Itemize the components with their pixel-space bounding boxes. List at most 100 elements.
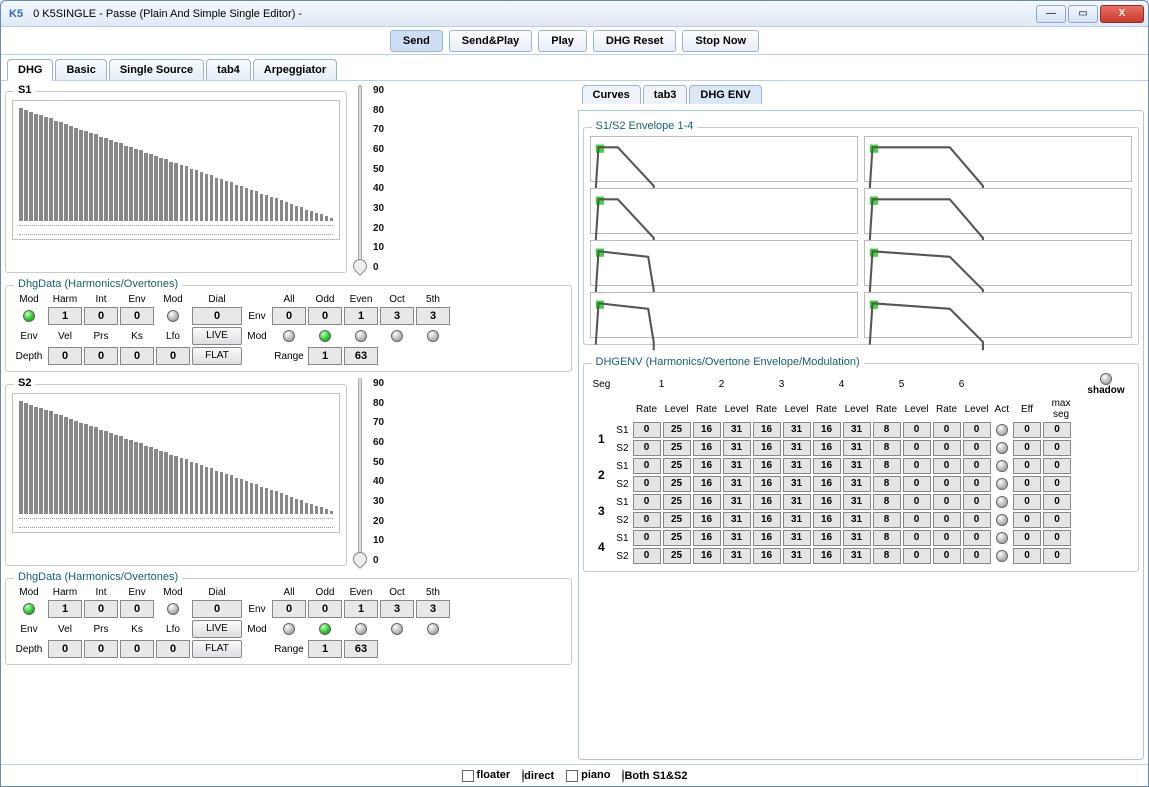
env-value[interactable]: 16 [753,476,781,492]
env-value[interactable]: 25 [663,530,691,546]
harmonic-bar[interactable] [195,170,199,221]
harmonic-bar[interactable] [124,146,128,221]
led-indicator[interactable] [391,623,403,635]
env-value[interactable]: 16 [753,548,781,564]
led-indicator[interactable] [167,310,179,322]
harmonic-bar[interactable] [230,475,234,514]
harmonic-bar[interactable] [149,154,153,221]
harmonic-bar[interactable] [190,169,194,221]
harmonic-bar[interactable] [305,503,309,514]
env-value[interactable]: 8 [873,512,901,528]
harmonic-bar[interactable] [225,474,229,514]
harmonic-bar[interactable] [210,468,214,514]
harmonic-bar[interactable] [265,195,269,221]
harmonic-bar[interactable] [285,495,289,514]
harmonic-bar[interactable] [114,142,118,221]
env-value[interactable]: 0 [633,440,661,456]
value-box[interactable]: 3 [416,600,450,618]
harmonic-bar[interactable] [290,204,294,221]
env-value[interactable]: 16 [813,422,841,438]
env-value[interactable]: 31 [723,422,751,438]
value-box[interactable]: 0 [48,640,82,658]
env-value[interactable]: 8 [873,440,901,456]
env-value[interactable]: 16 [813,476,841,492]
harmonic-bar[interactable] [250,483,254,514]
value-box[interactable]: 0 [84,307,118,325]
env-value[interactable]: 0 [933,476,961,492]
env-value[interactable]: 31 [843,458,871,474]
led-indicator[interactable] [319,330,331,342]
env-value[interactable]: 0 [903,422,931,438]
harmonic-bar[interactable] [295,499,299,514]
env-value[interactable]: 8 [873,458,901,474]
env-value[interactable]: 25 [663,422,691,438]
harmonic-bar[interactable] [134,442,138,514]
envelope-thumbnail[interactable] [864,136,1132,182]
harmonic-bar[interactable] [230,182,234,221]
env-value[interactable]: 0 [903,548,931,564]
harmonic-bar[interactable] [255,191,259,221]
env-value[interactable]: 16 [813,458,841,474]
value-box[interactable]: 1 [344,600,378,618]
env-value[interactable]: 31 [843,548,871,564]
harmonic-bar[interactable] [320,507,324,514]
env-value[interactable]: 31 [723,494,751,510]
env-value[interactable]: 25 [663,494,691,510]
harmonic-bar[interactable] [205,467,209,514]
harmonic-bar[interactable] [260,194,264,221]
env-value[interactable]: 31 [723,530,751,546]
env-value[interactable]: 0 [963,422,991,438]
value-box[interactable]: 1 [344,307,378,325]
harmonic-bar[interactable] [54,414,58,514]
envelope-thumbnail[interactable] [590,188,858,234]
live-button[interactable]: LIVE [192,620,242,638]
stopnow-button[interactable]: Stop Now [682,30,759,52]
led-indicator[interactable] [319,623,331,635]
env-value[interactable]: 0 [933,548,961,564]
value-box[interactable]: 0 [120,640,154,658]
value-box[interactable]: 0 [120,307,154,325]
maxseg-value[interactable]: 0 [1043,458,1071,474]
act-led[interactable] [996,550,1008,562]
env-value[interactable]: 0 [963,512,991,528]
subtab-dhgenv[interactable]: DHG ENV [689,85,761,104]
harmonic-bar[interactable] [104,138,108,221]
env-value[interactable]: 16 [693,530,721,546]
harmonic-bar[interactable] [200,465,204,514]
harmonic-bar[interactable] [270,490,274,514]
led-indicator[interactable] [23,310,35,322]
harmonic-bar[interactable] [235,478,239,514]
harmonic-bar[interactable] [330,218,334,221]
harmonic-bar[interactable] [260,487,264,514]
env-value[interactable]: 0 [963,458,991,474]
envelope-thumbnail[interactable] [590,136,858,182]
env-value[interactable]: 31 [723,476,751,492]
led-indicator[interactable] [355,330,367,342]
env-value[interactable]: 31 [723,458,751,474]
eff-value[interactable]: 0 [1013,512,1041,528]
led-indicator[interactable] [391,330,403,342]
act-led[interactable] [996,496,1008,508]
live-button[interactable]: LIVE [192,327,242,345]
env-value[interactable]: 16 [813,548,841,564]
harmonic-bar[interactable] [49,118,53,221]
env-value[interactable]: 0 [633,422,661,438]
env-value[interactable]: 31 [783,530,811,546]
harmonic-bar[interactable] [310,211,314,221]
harmonic-bar[interactable] [154,449,158,514]
eff-value[interactable]: 0 [1013,476,1041,492]
value-box[interactable]: 63 [344,640,378,658]
envelope-thumbnail[interactable] [864,240,1132,286]
led-indicator[interactable] [167,603,179,615]
harmonic-bar[interactable] [215,471,219,514]
env-value[interactable]: 0 [963,440,991,456]
env-value[interactable]: 25 [663,548,691,564]
harmonic-bar[interactable] [94,134,98,221]
env-value[interactable]: 16 [753,422,781,438]
harmonic-bar[interactable] [225,181,229,221]
harmonic-bar[interactable] [169,455,173,514]
env-value[interactable]: 31 [723,512,751,528]
env-value[interactable]: 16 [753,530,781,546]
eff-value[interactable]: 0 [1013,548,1041,564]
harmonic-bar[interactable] [265,488,269,514]
